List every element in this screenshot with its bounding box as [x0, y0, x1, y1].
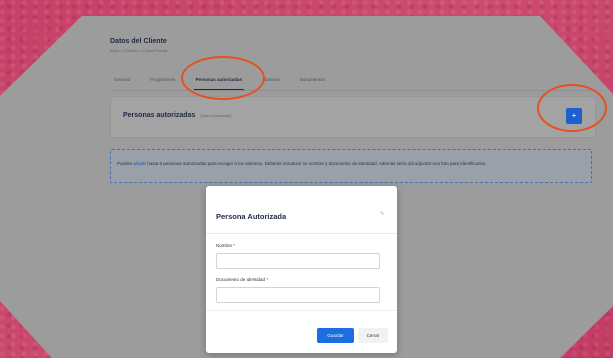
modal-header-divider [206, 233, 397, 234]
save-button[interactable]: Guardar [317, 328, 354, 343]
name-input[interactable] [216, 253, 380, 269]
person-modal: Persona Autorizada ✎ Nombre * Documento … [206, 186, 397, 353]
info-prefix: Puedes [117, 161, 134, 166]
authorized-persons-panel: Personas autorizadas (max 8 personas) + [110, 96, 596, 138]
id-document-input[interactable] [216, 287, 380, 303]
tab-documentos[interactable]: Documentos [296, 77, 329, 82]
tab-general[interactable]: General [110, 77, 134, 82]
panel-title-text: Personas autorizadas [123, 112, 196, 119]
info-notice: Puedes añadir hasta 8 personas autorizad… [110, 149, 592, 183]
name-label-text: Nombre [216, 243, 233, 248]
name-required-mark: * [233, 243, 236, 248]
app-window: Datos del Cliente Inicio > Clientes > Cl… [0, 16, 613, 358]
id-document-label: Documento de Identidad * [216, 277, 268, 282]
name-label: Nombre * [216, 243, 235, 248]
page-title: Datos del Cliente [110, 38, 167, 45]
modal-title: Persona Autorizada [216, 212, 287, 221]
annotation-ellipse-add-button [537, 84, 607, 132]
id-document-label-text: Documento de Identidad [216, 277, 266, 282]
add-link[interactable]: añadir [134, 161, 147, 166]
panel-title: Personas autorizadas (max 8 personas) [123, 112, 231, 119]
id-document-required-mark: * [266, 277, 269, 282]
breadcrumb: Inicio > Clientes > Client Prueba [110, 48, 168, 53]
panel-subtitle: (max 8 personas) [200, 113, 232, 118]
modal-close-icon[interactable]: ✎ [380, 211, 384, 217]
close-button[interactable]: Cerrar [358, 328, 388, 343]
info-text: hasta 8 personas autorizadas para recoge… [146, 161, 487, 166]
screenshot-frame: Datos del Cliente Inicio > Clientes > Cl… [0, 16, 613, 358]
modal-footer-divider [206, 310, 397, 311]
tab-progenitores[interactable]: Progenitores [146, 77, 180, 82]
annotation-ellipse-tab [181, 56, 265, 100]
